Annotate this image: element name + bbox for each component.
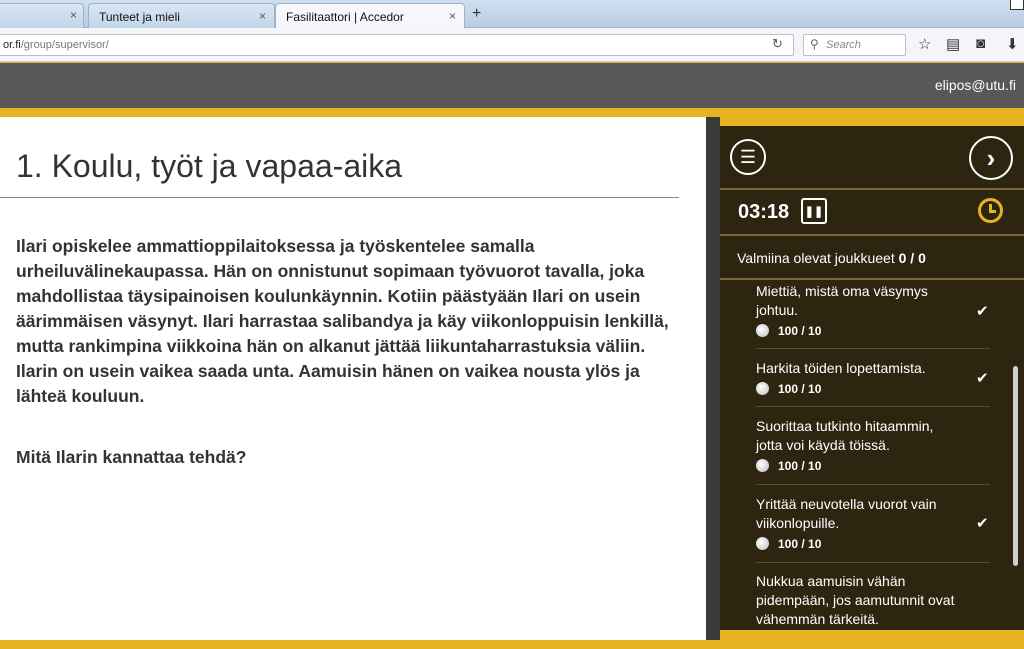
download-icon[interactable]: ⬇ bbox=[1006, 35, 1019, 53]
panel-divider bbox=[720, 278, 1024, 280]
answer-option[interactable]: Suorittaa tutkinto hitaammin, jotta voi … bbox=[756, 417, 990, 476]
question-text: Ilari opiskelee ammattioppilaitoksessa j… bbox=[16, 236, 669, 406]
url-path: /group/supervisor/ bbox=[20, 39, 109, 51]
panel-divider bbox=[720, 188, 1024, 190]
browser-nav-bar: or.fi/group/supervisor/ ↻ ⚲ Search ☆ ▤ ◙… bbox=[0, 28, 1024, 62]
option-divider bbox=[756, 406, 990, 407]
question-prompt: Mitä Ilarin kannattaa tehdä? bbox=[16, 447, 247, 467]
option-label: Harkita töiden lopettamista. bbox=[756, 360, 926, 376]
browser-tab-3[interactable]: Fasilitaattori | Accedor × bbox=[275, 3, 465, 28]
new-tab-icon[interactable]: + bbox=[472, 5, 481, 23]
answer-option[interactable]: Miettiä, mistä oma väsymys johtuu. 100 /… bbox=[756, 282, 990, 341]
coin-icon bbox=[756, 459, 769, 472]
tab-close-icon[interactable]: × bbox=[259, 9, 266, 23]
option-label: Nukkua aamuisin vähän pidempään, jos aam… bbox=[756, 573, 955, 627]
timer-display: 03:18 bbox=[738, 201, 790, 223]
option-label: Yrittää neuvotella vuorot vain viikonlop… bbox=[756, 496, 937, 531]
search-icon: ⚲ bbox=[810, 37, 819, 51]
tab-close-icon[interactable]: × bbox=[449, 9, 456, 23]
coin-icon bbox=[756, 382, 769, 395]
option-score: 100 / 10 bbox=[756, 322, 990, 341]
facilitator-panel: ☰ › 03:18 ❚❚ Valmiina olevat joukkueet 0… bbox=[720, 126, 1024, 630]
panel-divider bbox=[720, 234, 1024, 236]
browser-tab-bar: × Tunteet ja mieli × Fasilitaattori | Ac… bbox=[0, 0, 1024, 28]
user-menu[interactable]: elipos@utu.fi bbox=[935, 77, 1016, 93]
panel-scrollbar[interactable] bbox=[1013, 366, 1018, 566]
ready-teams-status: Valmiina olevat joukkueet 0 / 0 bbox=[737, 250, 926, 266]
app-header: elipos@utu.fi bbox=[0, 63, 1024, 108]
tab-label: Fasilitaattori | Accedor bbox=[286, 10, 404, 24]
search-input[interactable]: ⚲ Search bbox=[803, 34, 906, 56]
title-divider bbox=[0, 197, 679, 198]
option-divider bbox=[756, 562, 990, 563]
option-score: 100 / 10 bbox=[756, 380, 990, 399]
check-icon: ✔ bbox=[976, 303, 989, 320]
pause-button[interactable]: ❚❚ bbox=[801, 198, 827, 224]
option-divider bbox=[756, 484, 990, 485]
pocket-icon[interactable]: ◙ bbox=[976, 35, 985, 52]
card-divider bbox=[706, 117, 720, 640]
ready-teams-label: Valmiina olevat joukkueet bbox=[737, 250, 895, 266]
next-arrow-icon[interactable]: › bbox=[969, 136, 1013, 180]
menu-icon[interactable]: ☰ bbox=[730, 139, 766, 175]
bookmark-star-icon[interactable]: ☆ bbox=[918, 35, 931, 53]
answer-option[interactable]: Nukkua aamuisin vähän pidempään, jos aam… bbox=[756, 572, 990, 629]
reload-icon[interactable]: ↻ bbox=[772, 36, 783, 52]
question-title: 1. Koulu, työt ja vapaa-aika bbox=[16, 148, 403, 184]
answer-option[interactable]: Harkita töiden lopettamista. 100 / 10 bbox=[756, 359, 990, 399]
check-icon: ✔ bbox=[976, 370, 989, 387]
coin-icon bbox=[756, 537, 769, 550]
option-label: Suorittaa tutkinto hitaammin, jotta voi … bbox=[756, 418, 934, 453]
browser-tab-2[interactable]: Tunteet ja mieli × bbox=[88, 3, 275, 28]
search-placeholder: Search bbox=[826, 39, 861, 51]
clock-icon[interactable] bbox=[978, 198, 1003, 223]
option-divider bbox=[756, 348, 990, 349]
reading-list-icon[interactable]: ▤ bbox=[946, 35, 960, 53]
coin-icon bbox=[756, 324, 769, 337]
url-input[interactable]: or.fi/group/supervisor/ bbox=[0, 34, 794, 56]
tab-close-icon[interactable]: × bbox=[70, 8, 77, 22]
tab-label: Tunteet ja mieli bbox=[99, 10, 180, 24]
option-score: 100 / 10 bbox=[756, 457, 990, 476]
option-label: Miettiä, mistä oma väsymys johtuu. bbox=[756, 283, 928, 318]
url-domain: or.fi bbox=[3, 39, 21, 51]
check-icon: ✔ bbox=[976, 515, 989, 532]
window-restore-icon[interactable] bbox=[1010, 0, 1024, 10]
option-score: 100 / 10 bbox=[756, 535, 990, 554]
ready-teams-count: 0 / 0 bbox=[898, 250, 926, 266]
answer-option[interactable]: Yrittää neuvotella vuorot vain viikonlop… bbox=[756, 495, 990, 554]
